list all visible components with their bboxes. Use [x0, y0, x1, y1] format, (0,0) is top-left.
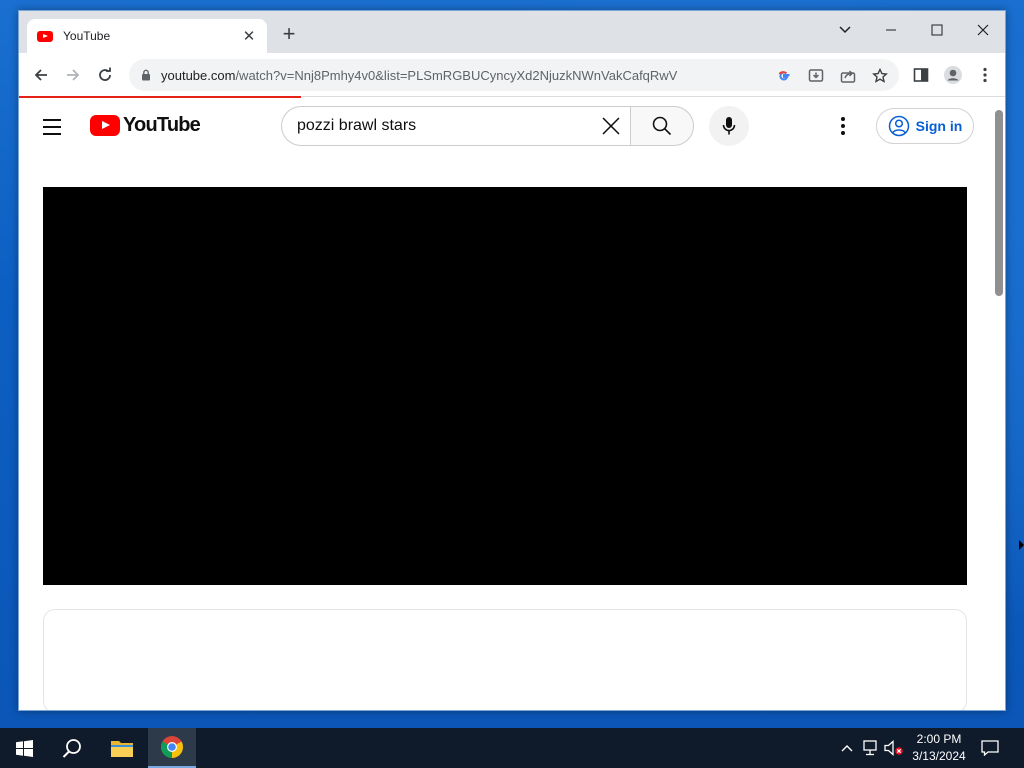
search-icon	[652, 116, 672, 136]
start-button[interactable]	[0, 728, 48, 768]
hamburger-icon-bar	[43, 119, 61, 121]
sign-in-label: Sign in	[915, 118, 963, 134]
tab-search-button[interactable]	[825, 15, 865, 45]
action-center-button[interactable]	[980, 738, 1000, 758]
network-icon	[863, 740, 877, 756]
address-bar[interactable]: youtube.com/watch?v=Nnj8Pmhy4v0&list=PLS…	[129, 59, 899, 91]
video-player[interactable]	[43, 187, 967, 585]
chevron-up-icon	[841, 745, 853, 752]
scrollbar-thumb[interactable]	[995, 110, 1003, 296]
windows-logo-icon	[15, 739, 33, 757]
more-dot-icon	[841, 124, 845, 128]
lock-icon[interactable]	[141, 69, 151, 81]
volume-button[interactable]	[884, 738, 904, 758]
system-clock[interactable]: 2:00 PM 3/13/2024	[904, 731, 974, 765]
maximize-icon	[931, 24, 943, 36]
install-app-icon[interactable]	[805, 65, 827, 87]
chrome-window: YouTube ✕ + youtube.com/watch?v=Nnj8Pmhy…	[18, 10, 1006, 711]
reload-icon	[99, 67, 111, 81]
guide-menu-button[interactable]	[43, 115, 67, 139]
more-dot-icon	[841, 131, 845, 135]
chrome-icon	[161, 736, 183, 758]
tab-title: YouTube	[63, 29, 111, 43]
tab-youtube[interactable]: YouTube ✕	[27, 19, 267, 53]
hamburger-icon-bar	[43, 133, 61, 135]
mouse-cursor-icon	[1019, 540, 1024, 550]
google-lens-icon[interactable]	[773, 65, 795, 87]
search-query-text: pozzi brawl stars	[297, 117, 417, 134]
volume-muted-icon	[884, 740, 903, 756]
arrow-right-icon	[67, 69, 80, 81]
youtube-favicon-icon	[37, 30, 53, 42]
account-circle-icon	[888, 115, 909, 137]
more-vertical-icon	[983, 67, 987, 83]
clock-time: 2:00 PM	[916, 732, 962, 746]
arrow-left-icon	[34, 69, 47, 81]
more-dot-icon	[841, 117, 845, 121]
clear-search-button[interactable]	[591, 106, 631, 146]
windows-taskbar: 2:00 PM 3/13/2024	[0, 728, 1024, 768]
youtube-masthead: YouTube pozzi brawl stars Sign in	[19, 98, 991, 154]
search-taskbar-button[interactable]	[48, 728, 96, 768]
url-path: /watch?v=Nnj8Pmhy4v0&list=PLSmRGBUCyncyX…	[235, 67, 678, 83]
video-info-placeholder	[43, 609, 967, 710]
share-icon[interactable]	[837, 65, 859, 87]
clock-date: 3/13/2024	[912, 749, 966, 763]
page-scrollbar[interactable]	[991, 98, 1005, 710]
url-text: youtube.com/watch?v=Nnj8Pmhy4v0&list=PLS…	[161, 68, 677, 83]
youtube-logo-text: YouTube	[123, 114, 201, 136]
minimize-icon	[886, 29, 896, 31]
browser-toolbar: youtube.com/watch?v=Nnj8Pmhy4v0&list=PLS…	[19, 53, 1005, 97]
tab-strip: YouTube ✕ +	[19, 11, 1005, 53]
close-icon	[977, 24, 989, 36]
minimize-button[interactable]	[871, 15, 911, 45]
search-icon	[62, 739, 81, 758]
back-button[interactable]	[27, 61, 55, 89]
new-tab-button[interactable]: +	[277, 23, 301, 47]
chrome-menu-button[interactable]	[971, 61, 999, 89]
voice-search-button[interactable]	[709, 106, 749, 146]
reload-button[interactable]	[91, 61, 119, 89]
close-icon	[602, 117, 620, 135]
settings-more-button[interactable]	[831, 114, 855, 138]
youtube-logo[interactable]: YouTube	[90, 114, 201, 137]
tab-close-icon[interactable]: ✕	[241, 27, 257, 45]
forward-button[interactable]	[59, 61, 87, 89]
microphone-icon	[722, 117, 736, 135]
maximize-button[interactable]	[917, 15, 957, 45]
file-explorer-button[interactable]	[98, 728, 146, 768]
youtube-play-logo-icon	[90, 115, 120, 136]
show-hidden-icons-button[interactable]	[837, 738, 857, 758]
hamburger-icon-bar	[43, 126, 61, 128]
url-host: youtube.com	[161, 67, 236, 83]
side-panel-icon	[913, 68, 929, 82]
search-input[interactable]: pozzi brawl stars	[281, 106, 631, 146]
notification-icon	[981, 740, 999, 756]
chevron-down-icon	[839, 26, 851, 34]
chrome-taskbar-button[interactable]	[148, 728, 196, 768]
youtube-page: YouTube pozzi brawl stars Sign in	[19, 98, 991, 710]
side-panel-button[interactable]	[907, 61, 935, 89]
network-status-button[interactable]	[861, 738, 881, 758]
window-close-button[interactable]	[963, 15, 1003, 45]
folder-icon	[111, 741, 133, 757]
profile-button[interactable]	[939, 61, 967, 89]
sign-in-button[interactable]: Sign in	[876, 108, 974, 144]
profile-avatar-icon	[944, 66, 962, 84]
search-button[interactable]	[630, 106, 694, 146]
bookmark-star-icon[interactable]	[869, 65, 891, 87]
